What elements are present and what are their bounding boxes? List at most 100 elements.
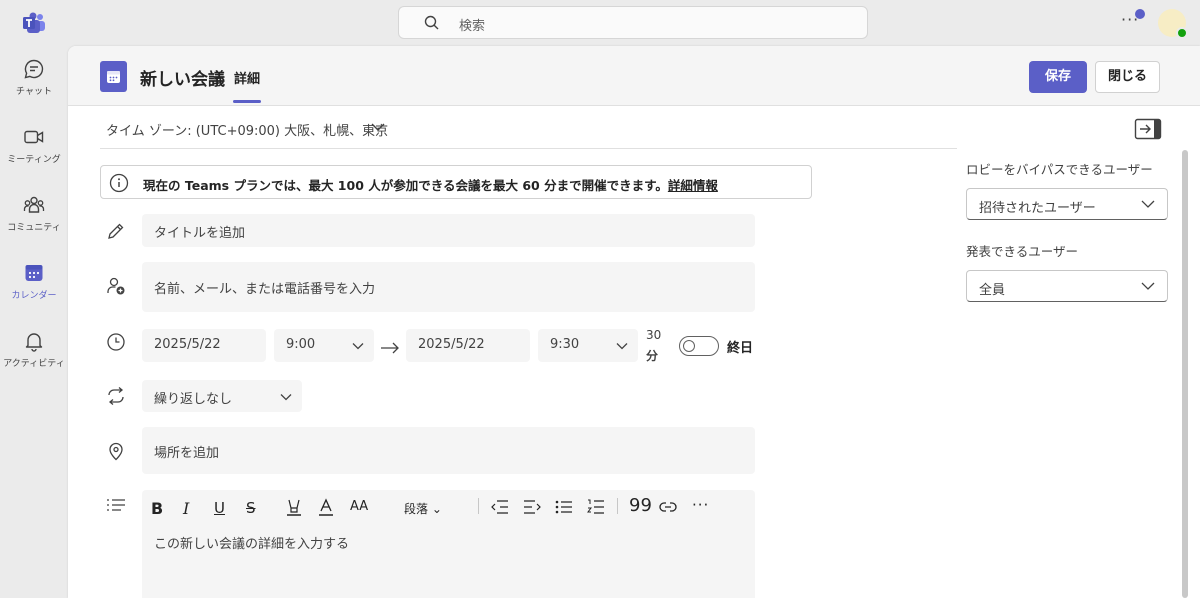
chevron-down-icon xyxy=(280,394,292,401)
end-date-picker[interactable]: 2025/5/22 xyxy=(406,329,530,362)
lobby-bypass-dropdown[interactable]: 招待されたユーザー xyxy=(966,188,1168,220)
repeat-value: 繰り返しなし xyxy=(154,392,233,407)
paragraph-label: 段落 xyxy=(404,502,429,516)
rail-item-label: コミュニティ xyxy=(7,223,61,233)
clock-icon xyxy=(107,333,125,351)
toggle-side-pane-icon[interactable] xyxy=(1134,118,1162,140)
title-input[interactable]: タイトルを追加 xyxy=(142,214,755,247)
timezone-selector[interactable]: タイム ゾーン: (UTC+09:00) 大阪、札幌、東京 xyxy=(106,120,388,139)
rail-item-meetings[interactable]: ミーティング xyxy=(0,114,68,176)
end-time-select[interactable]: 9:30 xyxy=(538,329,638,362)
repeat-icon xyxy=(108,387,124,405)
italic-button[interactable]: I xyxy=(183,499,189,518)
active-tab-indicator xyxy=(233,100,261,103)
strikethrough-button[interactable]: S xyxy=(246,499,256,517)
page-title: 新しい会議 xyxy=(140,70,225,90)
end-time-value: 9:30 xyxy=(550,337,580,352)
presenters-value: 全員 xyxy=(979,283,1006,298)
pencil-icon xyxy=(108,223,124,239)
start-date-value: 2025/5/22 xyxy=(154,337,221,352)
start-time-value: 9:00 xyxy=(286,337,316,352)
underline-button[interactable]: U xyxy=(214,499,225,517)
all-day-label: 終日 xyxy=(727,341,754,356)
toolbar-divider xyxy=(478,498,479,514)
duration-unit: 分 xyxy=(646,349,659,363)
rail-item-label: チャット xyxy=(16,87,52,97)
form-header: 新しい会議 詳細 保存 閉じる xyxy=(68,46,1200,106)
all-day-toggle[interactable] xyxy=(679,336,719,356)
lobby-bypass-value: 招待されたユーザー xyxy=(979,201,1096,216)
close-button[interactable]: 閉じる xyxy=(1095,61,1160,93)
rail-item-calendar[interactable]: カレンダー xyxy=(0,250,68,312)
search-placeholder: 検索 xyxy=(459,19,486,34)
info-text-wrap: 現在の Teams プランでは、最大 100 人が参加できる会議を最大 60 分… xyxy=(143,175,718,194)
link-icon[interactable] xyxy=(659,501,677,513)
calendar-icon xyxy=(25,265,43,281)
toggle-knob xyxy=(683,340,695,352)
notification-dot xyxy=(1135,9,1145,19)
presenters-dropdown[interactable]: 全員 xyxy=(966,270,1168,302)
add-person-icon xyxy=(107,277,125,295)
bold-button[interactable]: B xyxy=(151,499,163,518)
attendees-input[interactable]: 名前、メール、または電話番号を入力 xyxy=(142,262,755,312)
paragraph-dropdown[interactable]: 段落 ⌄ xyxy=(404,500,442,517)
rail-item-label: カレンダー xyxy=(11,291,57,301)
chevron-down-icon xyxy=(1141,200,1155,208)
chevron-down-icon xyxy=(1141,282,1155,290)
start-time-select[interactable]: 9:00 xyxy=(274,329,374,362)
numbered-list-icon[interactable] xyxy=(587,498,605,516)
end-date-value: 2025/5/22 xyxy=(418,337,485,352)
presenters-label: 発表できるユーザー xyxy=(966,244,1079,259)
chevron-down-icon xyxy=(352,343,364,350)
details-placeholder: この新しい会議の詳細を入力する xyxy=(154,537,350,552)
status-available-icon xyxy=(1176,27,1188,39)
font-color-icon[interactable] xyxy=(318,498,334,516)
location-pin-icon xyxy=(109,442,123,461)
teams-logo-icon[interactable] xyxy=(22,11,46,35)
indent-icon[interactable] xyxy=(523,500,541,514)
divider xyxy=(100,148,957,149)
quote-icon[interactable]: 99 xyxy=(629,495,652,516)
duration-value: 30 xyxy=(646,328,662,342)
attendees-placeholder: 名前、メール、または電話番号を入力 xyxy=(154,282,376,297)
rail-item-label: ミーティング xyxy=(7,155,61,165)
highlight-icon[interactable] xyxy=(286,498,302,516)
rail-item-activity[interactable]: アクティビティ xyxy=(0,318,68,380)
bulleted-list-icon[interactable] xyxy=(555,500,573,514)
chat-icon xyxy=(24,59,44,79)
plan-info-banner: 現在の Teams プランでは、最大 100 人が参加できる会議を最大 60 分… xyxy=(100,165,812,199)
calendar-badge-icon xyxy=(100,61,127,92)
outdent-icon[interactable] xyxy=(491,500,509,514)
scrollbar[interactable] xyxy=(1182,150,1188,598)
repeat-select[interactable]: 繰り返しなし xyxy=(142,380,302,412)
rail-item-label: アクティビティ xyxy=(3,359,65,369)
info-text: 現在の Teams プランでは、最大 100 人が参加できる会議を最大 60 分… xyxy=(143,178,668,193)
font-size-icon[interactable]: AA xyxy=(350,499,368,514)
rail-item-community[interactable]: コミュニティ xyxy=(0,182,68,244)
app-rail: チャット ミーティング コミュニティ カレンダー アクティビティ xyxy=(0,46,68,598)
meeting-form-panel: 新しい会議 詳細 保存 閉じる タイム ゾーン: (UTC+09:00) 大阪、… xyxy=(68,46,1200,598)
info-icon xyxy=(109,173,129,193)
chevron-down-icon[interactable] xyxy=(370,121,386,133)
search-icon xyxy=(424,15,439,30)
chevron-down-icon xyxy=(616,343,628,350)
search-box[interactable]: 検索 xyxy=(398,6,868,39)
top-bar: 検索 ··· xyxy=(0,0,1200,46)
learn-more-link[interactable]: 詳細情報 xyxy=(668,178,718,193)
tab-details[interactable]: 詳細 xyxy=(234,68,260,87)
location-placeholder: 場所を追加 xyxy=(154,446,220,461)
more-formatting-icon[interactable]: ··· xyxy=(692,496,709,514)
avatar[interactable] xyxy=(1158,9,1188,39)
arrow-right-icon xyxy=(381,342,399,354)
rail-item-chat[interactable]: チャット xyxy=(0,46,68,108)
community-icon xyxy=(23,196,45,213)
video-icon xyxy=(24,130,44,144)
location-input[interactable]: 場所を追加 xyxy=(142,427,755,474)
text-align-icon xyxy=(107,499,125,511)
title-placeholder: タイトルを追加 xyxy=(154,226,246,241)
save-button[interactable]: 保存 xyxy=(1029,61,1087,93)
lobby-bypass-label: ロビーをバイパスできるユーザー xyxy=(966,162,1153,177)
start-date-picker[interactable]: 2025/5/22 xyxy=(142,329,266,362)
toolbar-divider xyxy=(617,498,618,514)
bell-icon xyxy=(25,333,43,352)
